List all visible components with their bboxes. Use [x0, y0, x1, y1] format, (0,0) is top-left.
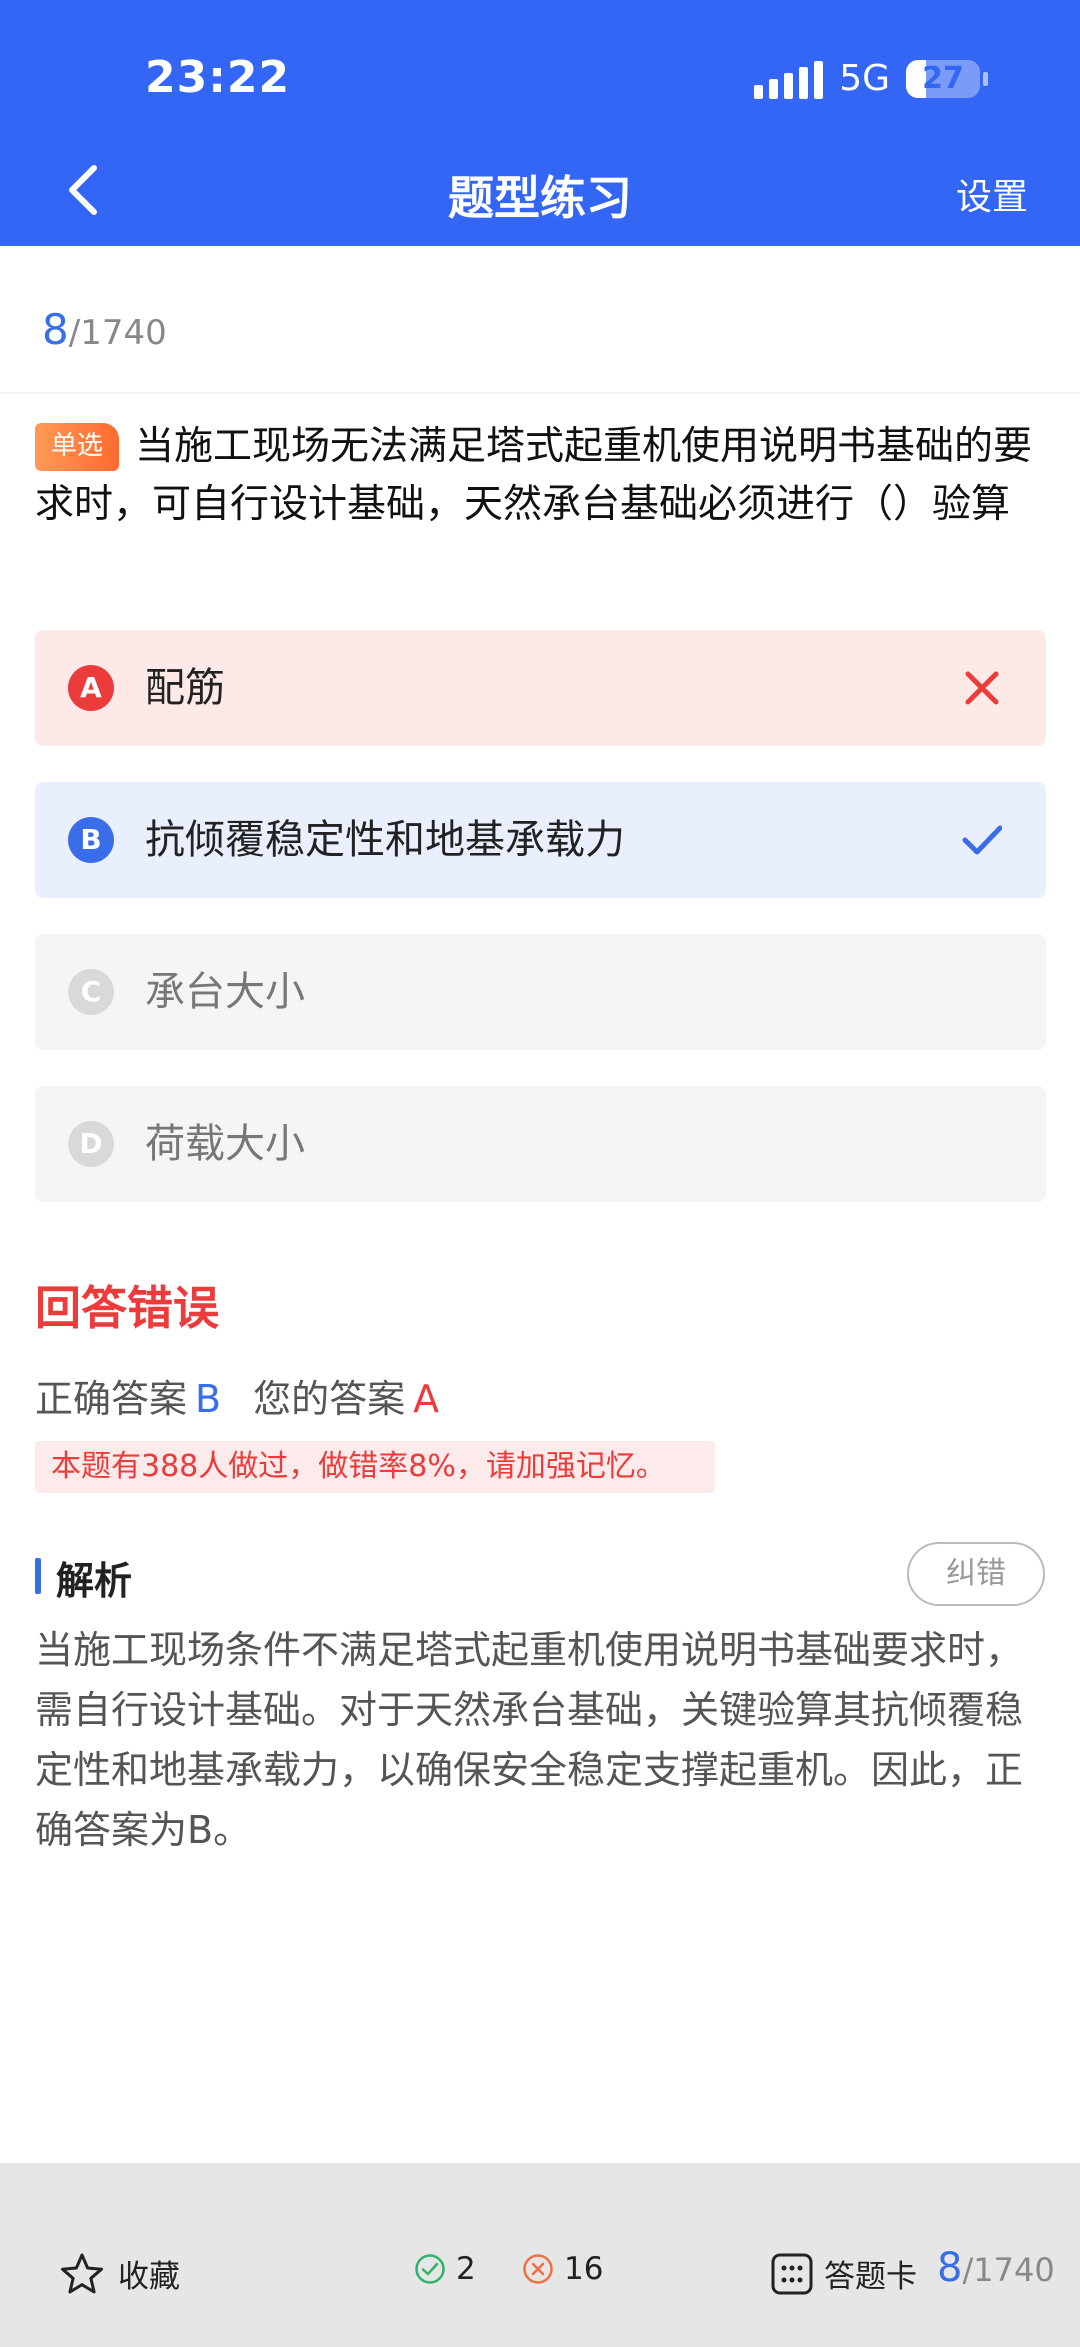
- divider: [0, 392, 1080, 394]
- bottom-progress-current: 8: [937, 2245, 963, 2291]
- analysis-text: 当施工现场条件不满足塔式起重机使用说明书基础要求时，需自行设计基础。对于天然承台…: [35, 1628, 1024, 1852]
- wrong-count-value: 16: [564, 2251, 604, 2287]
- progress-current: 8: [42, 305, 69, 354]
- star-icon: [61, 2253, 103, 2293]
- option-letter: D: [68, 1121, 114, 1167]
- option-text: 抗倾覆稳定性和地基承载力: [145, 817, 625, 863]
- signal-icon: [754, 59, 824, 99]
- option-text: 承台大小: [145, 969, 305, 1015]
- battery-level: 27: [922, 60, 964, 96]
- section-marker: [35, 1558, 41, 1594]
- settings-button[interactable]: 设置: [956, 168, 1028, 220]
- option-b[interactable]: B 抗倾覆稳定性和地基承载力: [35, 782, 1046, 898]
- option-letter: A: [68, 665, 114, 711]
- wrong-count[interactable]: 16: [522, 2251, 603, 2287]
- check-icon: [962, 825, 1002, 855]
- result-title: 回答错误: [35, 1281, 219, 1335]
- battery-icon: 27: [906, 59, 988, 98]
- question-type-badge: 单选: [35, 423, 120, 471]
- option-text: 配筋: [145, 665, 225, 711]
- answer-card-button[interactable]: 答题卡: [770, 2251, 917, 2296]
- bottom-progress-total: /1740: [962, 2251, 1055, 2289]
- option-text: 荷载大小: [145, 1121, 305, 1167]
- check-circle-icon: [415, 2254, 445, 2284]
- question-progress: 8/1740: [42, 305, 167, 354]
- answer-summary: 正确答案 B 您的答案 A: [35, 1368, 439, 1423]
- status-icons: 5G 27: [754, 58, 988, 99]
- question-text: 当施工现场无法满足塔式起重机使用说明书基础的要求时，可自行设计基础，天然承台基础…: [35, 424, 1033, 527]
- your-answer-label: 您的答案: [253, 1377, 406, 1421]
- page-title: 题型练习: [448, 171, 632, 225]
- cross-circle-icon: [523, 2254, 553, 2284]
- option-a[interactable]: A 配筋: [35, 630, 1046, 746]
- cross-icon: [965, 671, 999, 705]
- top-bar: 23:22 5G 27 题型练习 设置: [0, 0, 1080, 246]
- option-letter: B: [68, 817, 114, 863]
- correct-count-value: 2: [456, 2251, 476, 2287]
- grid-icon: [771, 2253, 813, 2294]
- option-c[interactable]: C 承台大小: [35, 934, 1046, 1050]
- status-time: 23:22: [145, 52, 291, 103]
- favorite-label: 收藏: [118, 2259, 180, 2295]
- answer-card-label: 答题卡: [824, 2259, 917, 2295]
- progress-total: /1740: [68, 313, 167, 353]
- favorite-button[interactable]: 收藏: [60, 2251, 180, 2296]
- option-d[interactable]: D 荷载大小: [35, 1086, 1046, 1202]
- correct-answer-value: B: [195, 1377, 222, 1421]
- bottom-progress: 8/1740: [937, 2245, 1055, 2291]
- analysis-title: 解析: [56, 1559, 133, 1603]
- option-letter: C: [68, 969, 114, 1015]
- your-answer-value: A: [413, 1377, 440, 1421]
- question-stem: 单选 当施工现场无法满足塔式起重机使用说明书基础的要求时，可自行设计基础，天然承台…: [35, 418, 1050, 534]
- correct-answer-label: 正确答案: [35, 1377, 188, 1421]
- network-label: 5G: [839, 58, 890, 99]
- bottom-bar: 收藏 2 16 答题卡 8/1740: [0, 2163, 1080, 2347]
- correct-count[interactable]: 2: [414, 2251, 476, 2287]
- report-error-button[interactable]: 纠错: [907, 1542, 1045, 1606]
- error-rate-notice: 本题有388人做过，做错率8%，请加强记忆。: [35, 1441, 715, 1493]
